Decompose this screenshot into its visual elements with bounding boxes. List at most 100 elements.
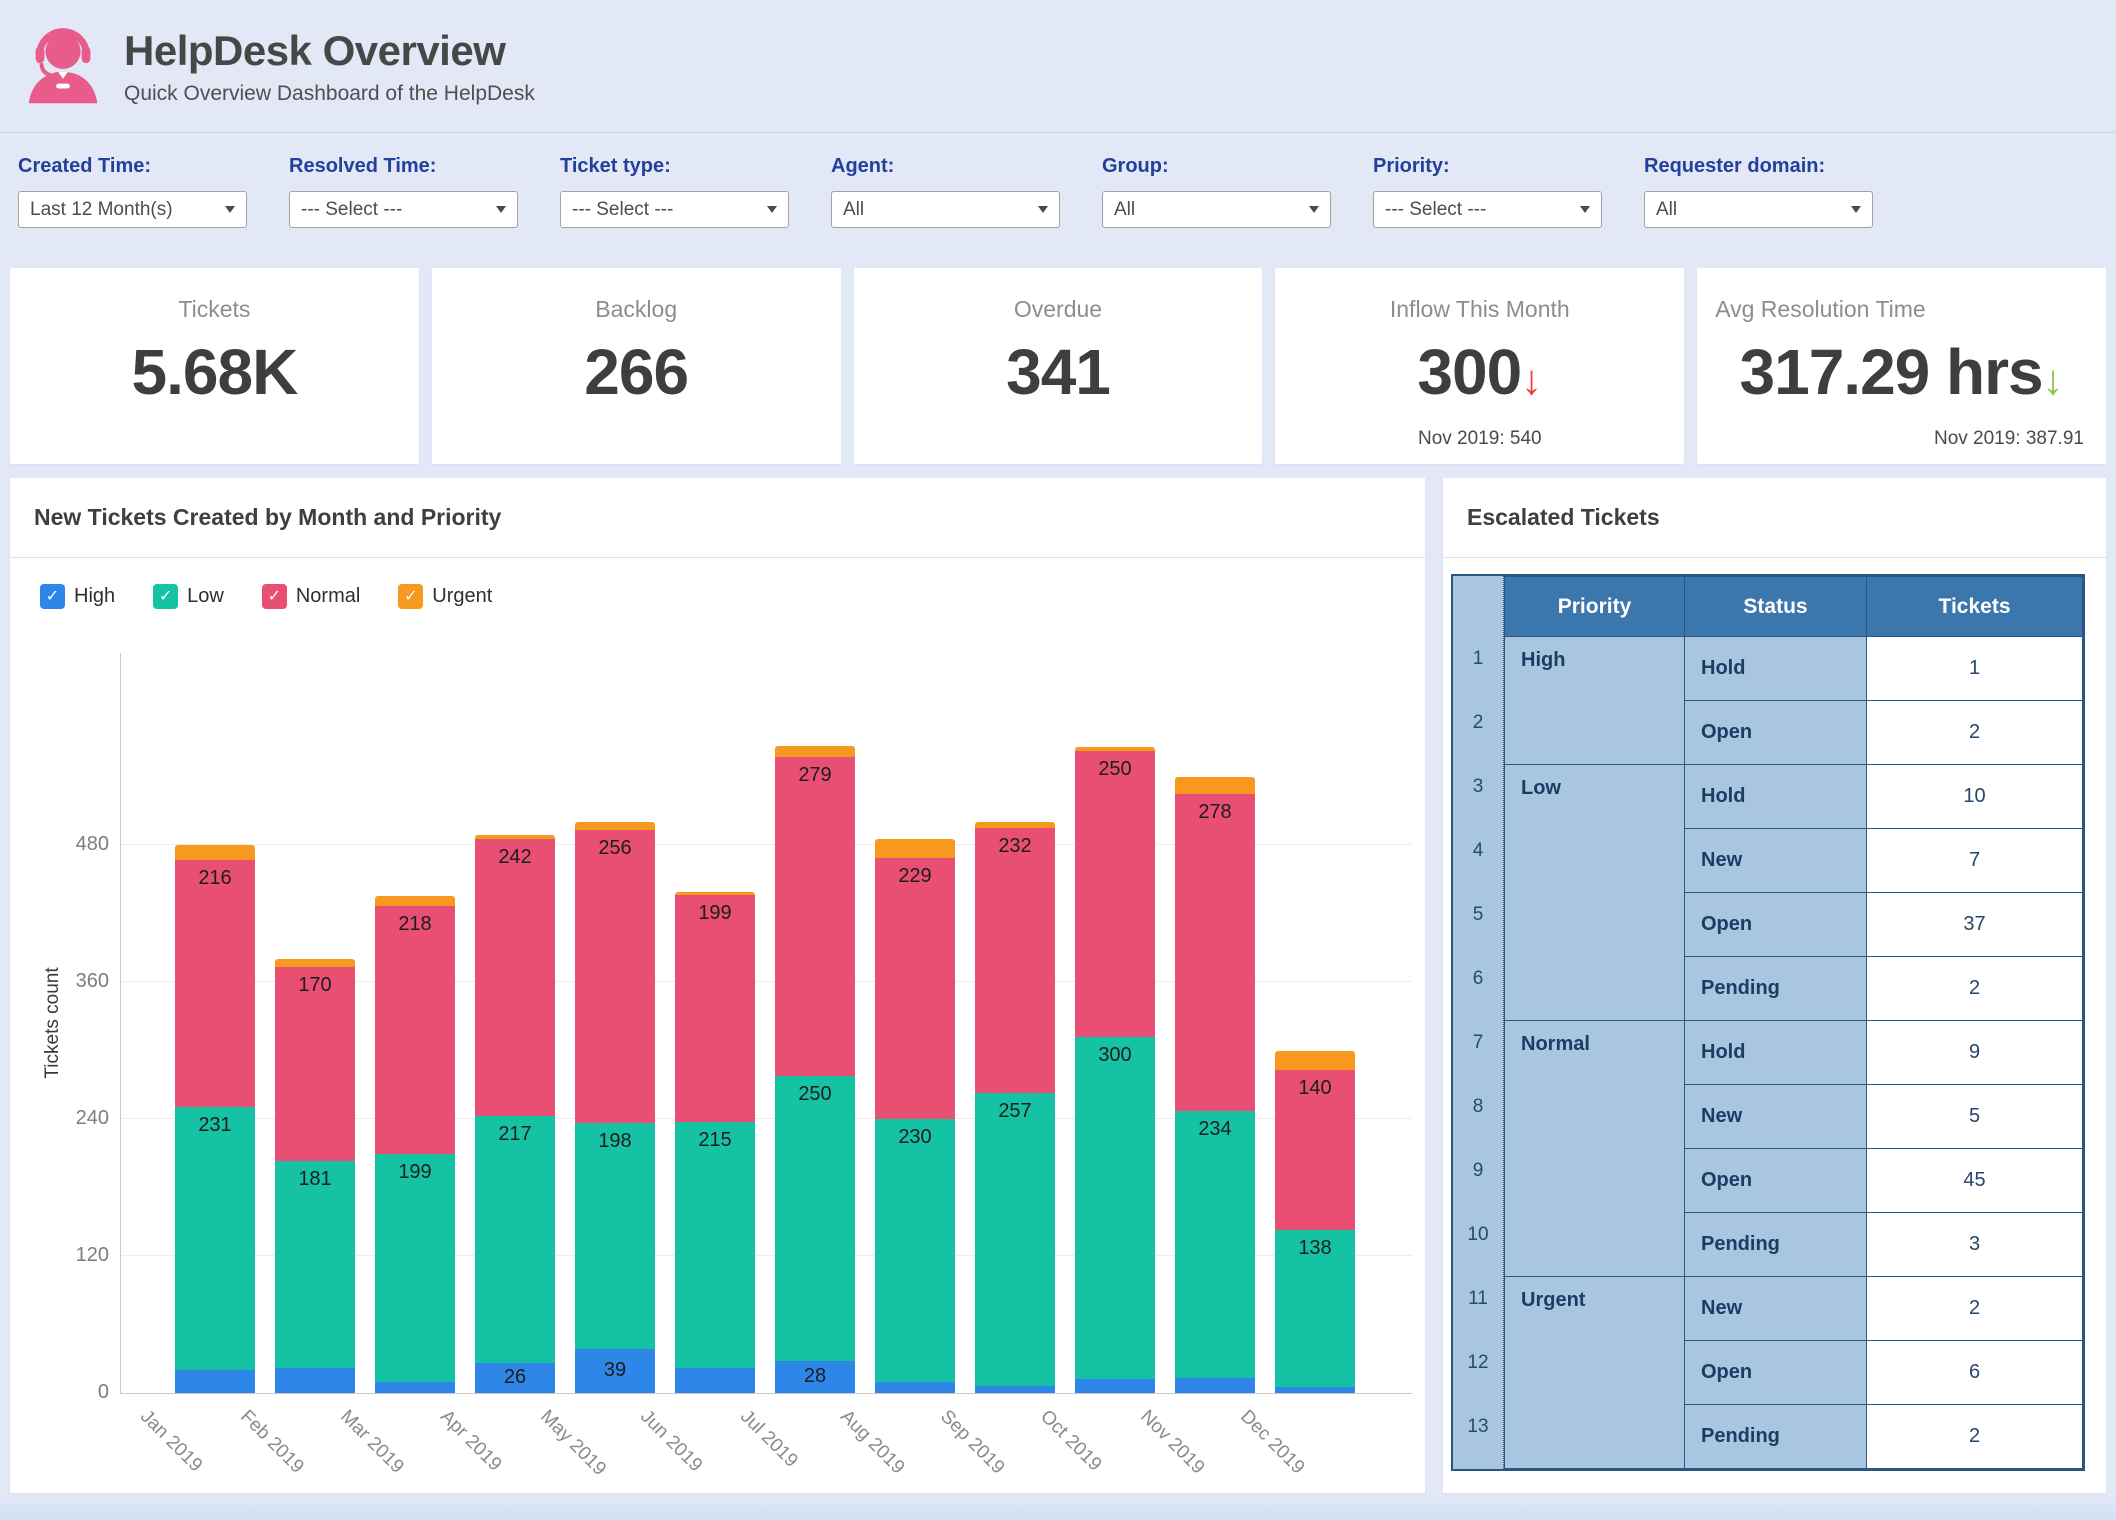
row-number: 3 [1453, 764, 1503, 828]
bar-segment-high[interactable] [1275, 1387, 1355, 1393]
bar-segment-high[interactable] [1075, 1379, 1155, 1393]
created-time-select[interactable]: Last 12 Month(s) [18, 191, 247, 228]
bar-segment-low[interactable]: 300 [1075, 1037, 1155, 1380]
bar-segment-low[interactable]: 234 [1175, 1111, 1255, 1378]
bar-segment-low[interactable]: 217 [475, 1116, 555, 1364]
priority-select[interactable]: --- Select --- [1373, 191, 1602, 228]
row-number: 8 [1453, 1084, 1503, 1148]
bar-jun-2019[interactable]: 215199 [675, 892, 755, 1393]
bar-segment-high[interactable]: 39 [575, 1349, 655, 1394]
trend-down-arrow: ↓ [2043, 356, 2064, 403]
bar-segment-urgent[interactable] [175, 845, 255, 860]
bar-segment-urgent[interactable] [675, 892, 755, 895]
agent-select[interactable]: All [831, 191, 1060, 228]
bar-segment-low[interactable]: 181 [275, 1161, 355, 1368]
bar-segment-high[interactable]: 28 [775, 1361, 855, 1393]
priority-cell-urgent: Urgent [1505, 1277, 1685, 1469]
bar-segment-low[interactable]: 198 [575, 1123, 655, 1349]
bar-segment-high[interactable] [875, 1382, 955, 1393]
legend-item-high[interactable]: ✓High [40, 584, 115, 609]
kpi-value: 300↓ [1275, 339, 1684, 406]
status-cell: New [1685, 829, 1867, 893]
escalated-tickets-panel: Escalated Tickets 12345678910111213 Prio… [1443, 478, 2106, 1493]
legend-item-urgent[interactable]: ✓Urgent [398, 584, 492, 609]
legend-label: Normal [296, 585, 360, 608]
legend-label: High [74, 585, 115, 608]
bar-segment-normal[interactable]: 278 [1175, 794, 1255, 1111]
bar-segment-high[interactable] [375, 1382, 455, 1393]
bar-segment-high[interactable] [975, 1386, 1055, 1393]
bar-segment-high[interactable] [175, 1370, 255, 1393]
bar-may-2019[interactable]: 39198256 [575, 822, 655, 1393]
bar-segment-low[interactable]: 231 [175, 1107, 255, 1371]
tickets-count-cell: 10 [1867, 765, 2083, 829]
requester-domain-select[interactable]: All [1644, 191, 1873, 228]
status-cell: Open [1685, 1149, 1867, 1213]
bar-segment-normal[interactable]: 229 [875, 858, 955, 1119]
bar-segment-low[interactable]: 250 [775, 1076, 855, 1361]
tickets-count-cell: 2 [1867, 701, 2083, 765]
bar-mar-2019[interactable]: 199 218 [375, 896, 455, 1393]
bar-segment-normal[interactable]: 218 [375, 906, 455, 1155]
bar-segment-high[interactable] [675, 1368, 755, 1393]
bar-segment-urgent[interactable] [875, 839, 955, 857]
kpi-title: Backlog [432, 268, 841, 323]
bar-value-label: 140 [1275, 1077, 1355, 1100]
bar-segment-low[interactable]: 215 [675, 1122, 755, 1368]
x-tick-label: Nov 2019 [1135, 1406, 1208, 1479]
kpi-subtext: Nov 2019: 387.91 [1934, 428, 2084, 450]
bar-nov-2019[interactable]: 234278 [1175, 777, 1255, 1393]
bar-segment-high[interactable] [1175, 1378, 1255, 1393]
row-number: 12 [1453, 1340, 1503, 1404]
bar-segment-normal[interactable]: 232 [975, 828, 1055, 1093]
bar-segment-normal[interactable]: 216 [175, 860, 255, 1107]
bar-aug-2019[interactable]: 230229 [875, 839, 955, 1393]
bar-segment-urgent[interactable] [375, 896, 455, 905]
bar-jan-2019[interactable]: 231216 [175, 845, 255, 1393]
status-cell: New [1685, 1277, 1867, 1341]
bar-segment-low[interactable]: 257 [975, 1093, 1055, 1386]
bar-segment-urgent[interactable] [575, 822, 655, 830]
bar-segment-urgent[interactable] [1275, 1051, 1355, 1070]
kpi-row: Tickets 5.68K Backlog 266 Overdue 341 In… [0, 258, 2116, 464]
row-number: 2 [1453, 700, 1503, 764]
bar-segment-urgent[interactable] [1075, 747, 1155, 752]
bar-sep-2019[interactable]: 257232 [975, 822, 1055, 1393]
status-cell: Pending [1685, 1213, 1867, 1277]
bar-dec-2019[interactable]: 138 140 [1275, 1051, 1355, 1393]
status-cell: Open [1685, 893, 1867, 957]
bar-segment-low[interactable]: 138 [1275, 1230, 1355, 1388]
bar-segment-low[interactable]: 230 [875, 1119, 955, 1382]
kpi-subtext: Nov 2019: 540 [1275, 428, 1684, 450]
resolved-time-select[interactable]: --- Select --- [289, 191, 518, 228]
bar-segment-normal[interactable]: 140 [1275, 1070, 1355, 1230]
bar-segment-normal[interactable]: 250 [1075, 751, 1155, 1036]
bar-feb-2019[interactable]: 181170 [275, 959, 355, 1393]
bar-segment-urgent[interactable] [475, 835, 555, 840]
bar-segment-normal[interactable]: 242 [475, 839, 555, 1115]
bar-segment-low[interactable]: 199 [375, 1154, 455, 1381]
bar-segment-high[interactable] [275, 1368, 355, 1393]
bar-segment-urgent[interactable] [975, 822, 1055, 828]
bar-jul-2019[interactable]: 28 250 279 [775, 746, 855, 1393]
chevron-down-icon [496, 206, 506, 213]
bar-value-label: 218 [375, 913, 455, 936]
select-value: --- Select --- [572, 199, 673, 221]
legend-item-normal[interactable]: ✓Normal [262, 584, 360, 609]
legend-item-low[interactable]: ✓Low [153, 584, 224, 609]
bar-segment-normal[interactable]: 256 [575, 830, 655, 1122]
ticket-type-select[interactable]: --- Select --- [560, 191, 789, 228]
bar-segment-normal[interactable]: 199 [675, 895, 755, 1122]
bar-value-label: 230 [875, 1126, 955, 1149]
bar-segment-high[interactable]: 26 [475, 1363, 555, 1393]
bar-oct-2019[interactable]: 300250 [1075, 747, 1155, 1393]
bar-segment-urgent[interactable] [275, 959, 355, 967]
bar-segment-normal[interactable]: 170 [275, 967, 355, 1161]
bar-segment-normal[interactable]: 279 [775, 757, 855, 1076]
bar-value-label: 250 [775, 1083, 855, 1106]
bar-apr-2019[interactable]: 26217242 [475, 835, 555, 1393]
group-select[interactable]: All [1102, 191, 1331, 228]
kpi-title: Tickets [10, 268, 419, 323]
bar-segment-urgent[interactable] [1175, 777, 1255, 794]
bar-segment-urgent[interactable] [775, 746, 855, 757]
